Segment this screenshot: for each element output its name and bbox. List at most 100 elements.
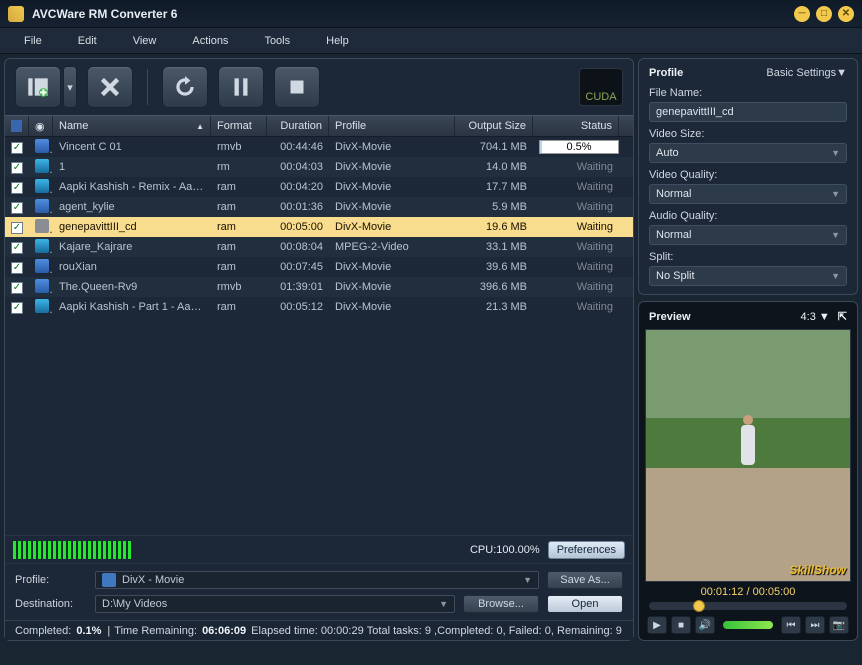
table-row[interactable]: Aapki Kashish - Remix - Aashi...ram00:04…	[5, 177, 633, 197]
cell-status: Waiting	[533, 241, 619, 253]
app-title: AVCWare RM Converter 6	[32, 7, 788, 21]
filename-label: File Name:	[649, 87, 847, 99]
table-row[interactable]: genepavittIII_cdram00:05:00DivX-Movie19.…	[5, 217, 633, 237]
cpu-label: CPU:100.00%	[470, 544, 540, 556]
cell-status: Waiting	[533, 161, 619, 173]
add-dropdown-button[interactable]: ▾	[63, 66, 77, 108]
table-row[interactable]: 1rm00:04:03DivX-Movie14.0 MBWaiting	[5, 157, 633, 177]
videosize-combo[interactable]: Auto▼	[649, 143, 847, 163]
menu-edit[interactable]: Edit	[60, 31, 115, 51]
row-checkbox[interactable]	[11, 162, 23, 174]
cell-profile: DivX-Movie	[329, 161, 455, 173]
cell-format: ram	[211, 261, 267, 273]
column-type-icon[interactable]: ◉	[29, 116, 53, 136]
preview-screen[interactable]: SkillShow	[645, 329, 851, 582]
row-checkbox[interactable]	[11, 142, 23, 154]
table-row[interactable]: agent_kylieram00:01:36DivX-Movie5.9 MBWa…	[5, 197, 633, 217]
convert-button[interactable]	[162, 66, 208, 108]
videoquality-combo[interactable]: Normal▼	[649, 184, 847, 204]
cell-duration: 00:44:46	[267, 141, 329, 153]
filetype-icon	[35, 259, 49, 273]
column-name[interactable]: Name▲	[53, 116, 211, 136]
basic-settings-toggle[interactable]: Basic Settings▼	[766, 67, 847, 79]
profile-panel: Profile Basic Settings▼ File Name: genep…	[638, 58, 858, 295]
split-combo[interactable]: No Split▼	[649, 266, 847, 286]
cell-profile: DivX-Movie	[329, 201, 455, 213]
profile-combo[interactable]: DivX - Movie▼	[95, 571, 539, 589]
table-row[interactable]: Vincent C 01rmvb00:44:46DivX-Movie704.1 …	[5, 137, 633, 157]
menubar: File Edit View Actions Tools Help	[0, 28, 862, 54]
row-checkbox[interactable]	[11, 262, 23, 274]
column-format[interactable]: Format	[211, 116, 267, 136]
status-text: Waiting	[577, 261, 613, 273]
minimize-button[interactable]: ─	[794, 6, 810, 22]
pause-button[interactable]	[218, 66, 264, 108]
menu-help[interactable]: Help	[308, 31, 367, 51]
status-text: Waiting	[577, 281, 613, 293]
cell-name: rouXian	[53, 261, 211, 273]
profile-label: Profile:	[15, 574, 87, 586]
volume-slider[interactable]	[723, 621, 773, 629]
row-checkbox[interactable]	[11, 282, 23, 294]
cell-duration: 00:04:03	[267, 161, 329, 173]
table-row[interactable]: Kajare_Kajrareram00:08:04MPEG-2-Video33.…	[5, 237, 633, 257]
preferences-button[interactable]: Preferences	[548, 541, 625, 559]
filetype-icon	[35, 239, 49, 253]
table-row[interactable]: The.Queen-Rv9rmvb01:39:01DivX-Movie396.6…	[5, 277, 633, 297]
volume-icon[interactable]: 🔊	[695, 616, 715, 634]
cpu-wave-icon	[13, 541, 133, 559]
filename-input[interactable]: genepavittIII_cd	[649, 102, 847, 122]
column-profile[interactable]: Profile	[329, 116, 455, 136]
popout-icon[interactable]: ⇱	[838, 310, 847, 323]
column-duration[interactable]: Duration	[267, 116, 329, 136]
cell-format: ram	[211, 301, 267, 313]
cell-output: 19.6 MB	[455, 221, 533, 233]
row-checkbox[interactable]	[11, 302, 23, 314]
next-frame-button[interactable]: ⏭	[805, 616, 825, 634]
select-all-checkbox[interactable]	[11, 120, 22, 132]
seek-slider[interactable]	[649, 602, 847, 610]
menu-tools[interactable]: Tools	[246, 31, 308, 51]
column-output[interactable]: Output Size	[455, 116, 533, 136]
aspect-ratio-toggle[interactable]: 4:3 ▼	[801, 311, 830, 323]
prev-frame-button[interactable]: ⏮	[781, 616, 801, 634]
cell-name: Aapki Kashish - Part 1 - Aashi...	[53, 301, 211, 313]
open-button[interactable]: Open	[547, 595, 623, 613]
cell-profile: DivX-Movie	[329, 261, 455, 273]
cell-status: Waiting	[533, 261, 619, 273]
cell-name: Kajare_Kajrare	[53, 241, 211, 253]
cell-name: genepavittIII_cd	[53, 221, 211, 233]
table-row[interactable]: rouXianram00:07:45DivX-Movie39.6 MBWaiti…	[5, 257, 633, 277]
row-checkbox[interactable]	[11, 202, 23, 214]
menu-file[interactable]: File	[6, 31, 60, 51]
destination-combo[interactable]: D:\My Videos▼	[95, 595, 455, 613]
watermark: SkillShow	[789, 563, 846, 577]
status-bar: Completed: 0.1% | Time Remaining: 06:06:…	[5, 620, 633, 640]
row-checkbox[interactable]	[11, 222, 23, 234]
menu-actions[interactable]: Actions	[174, 31, 246, 51]
status-text: Waiting	[577, 181, 613, 193]
save-as-button[interactable]: Save As...	[547, 571, 623, 589]
cell-format: ram	[211, 181, 267, 193]
file-list: Vincent C 01rmvb00:44:46DivX-Movie704.1 …	[5, 137, 633, 535]
seek-thumb-icon[interactable]	[693, 600, 705, 612]
cell-output: 396.6 MB	[455, 281, 533, 293]
remove-button[interactable]	[87, 66, 133, 108]
menu-view[interactable]: View	[115, 31, 175, 51]
stop-button[interactable]	[274, 66, 320, 108]
close-button[interactable]: ✕	[838, 6, 854, 22]
row-checkbox[interactable]	[11, 182, 23, 194]
cell-format: rmvb	[211, 141, 267, 153]
table-row[interactable]: Aapki Kashish - Part 1 - Aashi...ram00:0…	[5, 297, 633, 317]
play-button[interactable]: ▶	[647, 616, 667, 634]
add-file-button[interactable]	[15, 66, 61, 108]
maximize-button[interactable]: □	[816, 6, 832, 22]
stop-preview-button[interactable]: ■	[671, 616, 691, 634]
snapshot-button[interactable]: 📷	[829, 616, 849, 634]
column-status[interactable]: Status	[533, 116, 619, 136]
browse-button[interactable]: Browse...	[463, 595, 539, 613]
audioquality-combo[interactable]: Normal▼	[649, 225, 847, 245]
cell-output: 14.0 MB	[455, 161, 533, 173]
cpu-bar: CPU:100.00% Preferences	[5, 535, 633, 563]
row-checkbox[interactable]	[11, 242, 23, 254]
